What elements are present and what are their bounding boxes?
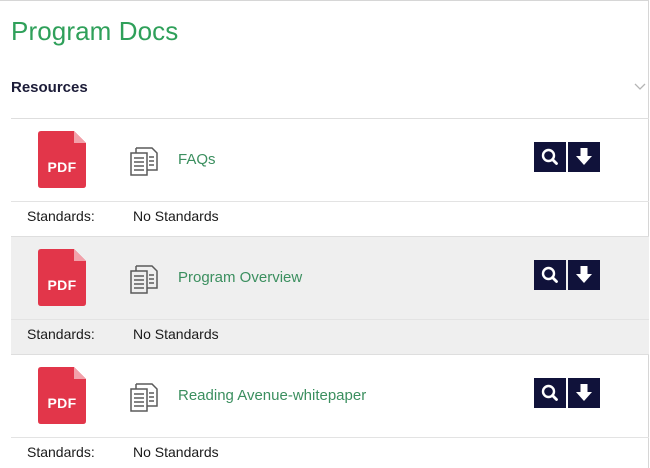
row-divider: [11, 437, 649, 438]
resource-row: PDF Reading Avenue-whitepaper Standards:…: [11, 354, 649, 468]
download-arrow-icon: [576, 266, 592, 283]
preview-button[interactable]: [534, 260, 566, 290]
search-icon: [541, 266, 558, 283]
standards-value: No Standards: [133, 326, 219, 342]
file-type-label: PDF: [47, 159, 77, 175]
download-arrow-icon: [576, 384, 592, 401]
pdf-file-icon: PDF: [38, 249, 86, 306]
resource-row: PDF FAQs Standards: No Standards: [11, 118, 649, 236]
pdf-file-icon: PDF: [38, 367, 86, 424]
download-button[interactable]: [568, 378, 600, 408]
search-icon: [541, 384, 558, 401]
document-stack-icon: [130, 147, 158, 176]
resource-link[interactable]: Program Overview: [178, 269, 302, 286]
pdf-file-icon: PDF: [38, 131, 86, 188]
file-type-label: PDF: [47, 395, 77, 411]
row-divider: [11, 354, 649, 355]
document-stack-icon: [130, 265, 158, 294]
row-divider: [11, 201, 649, 202]
page-title: Program Docs: [11, 16, 179, 46]
row-divider: [11, 118, 649, 119]
resource-link[interactable]: Reading Avenue-whitepaper: [178, 387, 366, 404]
standards-label: Standards:: [27, 208, 95, 224]
standards-value: No Standards: [133, 208, 219, 224]
section-title: Resources: [11, 79, 88, 96]
search-icon: [541, 148, 558, 165]
file-type-label: PDF: [47, 277, 77, 293]
preview-button[interactable]: [534, 378, 566, 408]
download-arrow-icon: [576, 148, 592, 165]
standards-value: No Standards: [133, 444, 219, 460]
download-button[interactable]: [568, 142, 600, 172]
row-divider: [11, 236, 649, 237]
row-divider: [11, 319, 649, 320]
resource-row: PDF Program Overview Standards: No Stand…: [11, 236, 649, 354]
resource-link[interactable]: FAQs: [178, 151, 216, 168]
resources-section-header[interactable]: Resources: [11, 77, 649, 99]
preview-button[interactable]: [534, 142, 566, 172]
standards-label: Standards:: [27, 444, 95, 460]
standards-label: Standards:: [27, 326, 95, 342]
chevron-down-icon[interactable]: [633, 79, 647, 93]
download-button[interactable]: [568, 260, 600, 290]
document-stack-icon: [130, 383, 158, 412]
